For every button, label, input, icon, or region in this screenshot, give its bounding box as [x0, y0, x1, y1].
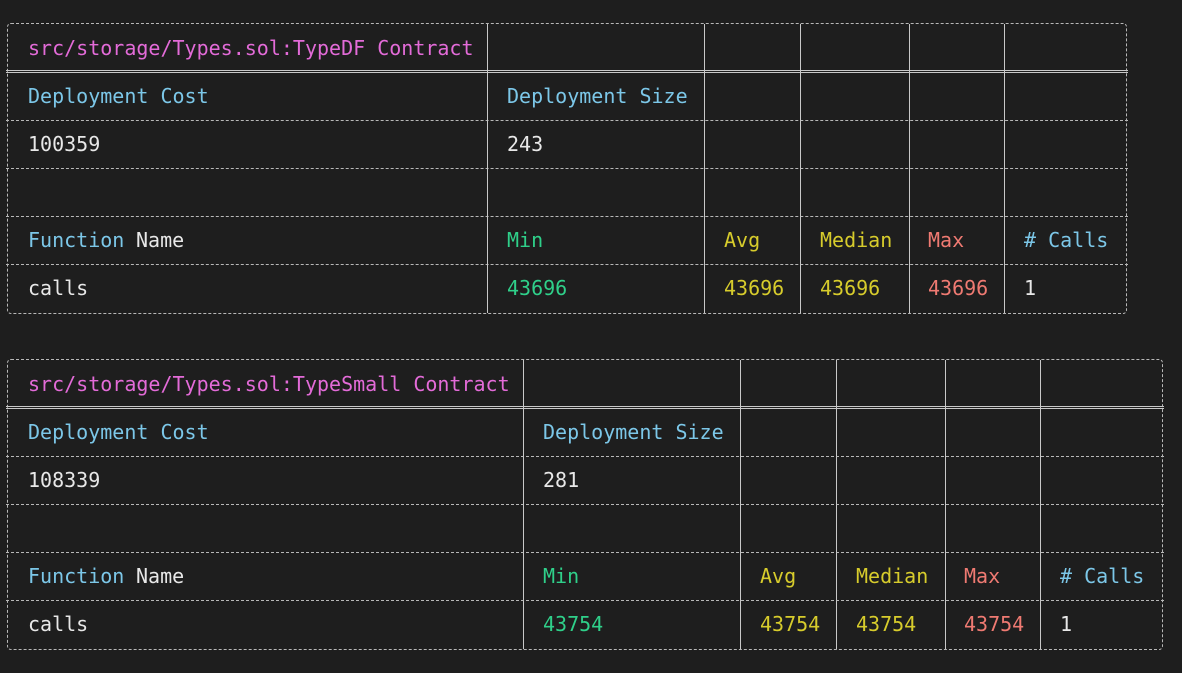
median-value: 43754 [856, 612, 917, 636]
max-header: Max [928, 228, 965, 252]
row-separator [6, 264, 1128, 265]
avg-header: Avg [760, 564, 797, 588]
column-separator [487, 24, 488, 313]
deployment-size-header: Deployment Size [507, 84, 688, 108]
row-separator [6, 504, 1164, 505]
calls-header: # Calls [1024, 228, 1109, 252]
gas-report-table-typedf: src/storage/Types.sol:TypeDF Contract De… [6, 23, 1128, 314]
calls-value: 1 [1060, 612, 1073, 636]
median-header: Median [820, 228, 893, 252]
gas-report-table-typesmall: src/storage/Types.sol:TypeSmall Contract… [6, 359, 1164, 650]
function-header: Function [28, 228, 125, 252]
deployment-size-value: 243 [507, 132, 544, 156]
avg-value: 43754 [760, 612, 821, 636]
function-name: calls [28, 276, 89, 300]
column-separator [1004, 24, 1005, 313]
min-header: Min [507, 228, 544, 252]
column-separator [909, 24, 910, 313]
row-separator [6, 120, 1128, 121]
deployment-cost-value: 108339 [28, 468, 101, 492]
row-separator [6, 600, 1164, 601]
column-separator [704, 24, 705, 313]
deployment-size-value: 281 [543, 468, 580, 492]
deployment-cost-value: 100359 [28, 132, 101, 156]
calls-value: 1 [1024, 276, 1037, 300]
calls-header: # Calls [1060, 564, 1145, 588]
header-separator [6, 406, 1164, 409]
function-name: calls [28, 612, 89, 636]
min-value: 43696 [507, 276, 568, 300]
avg-value: 43696 [724, 276, 785, 300]
min-header: Min [543, 564, 580, 588]
row-separator [6, 456, 1164, 457]
column-separator [523, 360, 524, 649]
row-separator [6, 552, 1164, 553]
column-separator [740, 360, 741, 649]
header-separator [6, 70, 1128, 73]
column-separator [800, 24, 801, 313]
function-header: Function [28, 564, 125, 588]
deployment-cost-header: Deployment Cost [28, 420, 209, 444]
avg-header: Avg [724, 228, 761, 252]
column-separator [836, 360, 837, 649]
terminal-output: src/storage/Types.sol:TypeDF Contract De… [0, 0, 1182, 673]
column-separator [1040, 360, 1041, 649]
max-value: 43696 [928, 276, 989, 300]
name-header: Name [136, 564, 185, 588]
deployment-size-header: Deployment Size [543, 420, 724, 444]
deployment-cost-header: Deployment Cost [28, 84, 209, 108]
median-value: 43696 [820, 276, 881, 300]
contract-title: src/storage/Types.sol:TypeDF Contract [28, 36, 474, 60]
row-separator [6, 216, 1128, 217]
row-separator [6, 168, 1128, 169]
min-value: 43754 [543, 612, 604, 636]
max-value: 43754 [964, 612, 1025, 636]
name-header: Name [136, 228, 185, 252]
contract-title: src/storage/Types.sol:TypeSmall Contract [28, 372, 510, 396]
column-separator [945, 360, 946, 649]
median-header: Median [856, 564, 929, 588]
max-header: Max [964, 564, 1001, 588]
